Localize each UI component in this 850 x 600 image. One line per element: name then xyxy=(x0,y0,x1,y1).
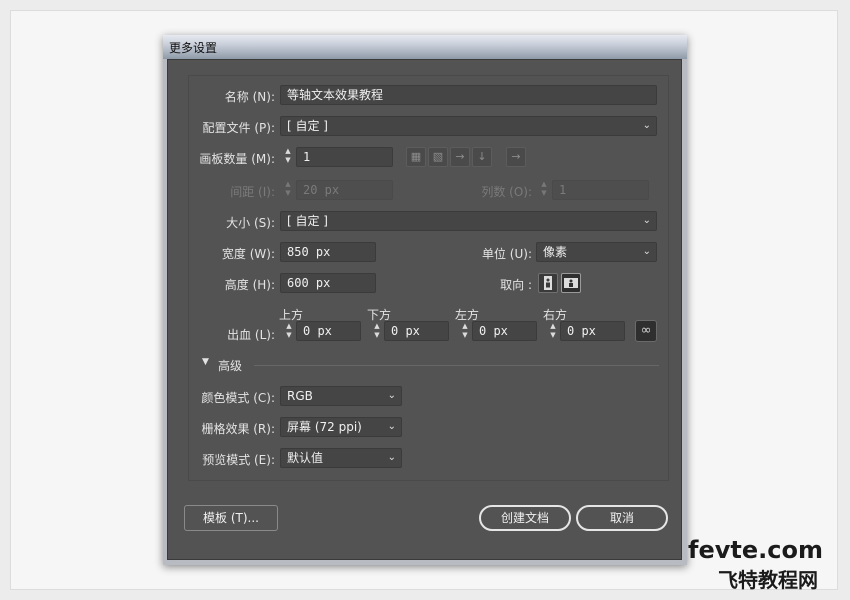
bleed-bottom-stepper-icon[interactable]: ▲ ▼ xyxy=(371,322,383,342)
raster-effects-select[interactable]: 屏幕 (72 ppi) ⌄ xyxy=(280,417,402,437)
chevron-down-icon: ⌄ xyxy=(642,215,651,226)
templates-button[interactable]: 模板 (T)... xyxy=(184,505,278,531)
artboards-input[interactable]: 1 xyxy=(296,147,393,167)
chevron-down-icon: ⌄ xyxy=(642,246,651,257)
landscape-orientation-button[interactable] xyxy=(561,273,581,293)
size-select[interactable]: [ 自定 ] ⌄ xyxy=(280,211,657,231)
artboards-stepper-icon[interactable]: ▲ ▼ xyxy=(282,147,294,167)
arrange-by-row-icon[interactable]: → xyxy=(450,147,470,167)
chevron-down-icon: ⌄ xyxy=(387,421,396,432)
name-input[interactable]: 等轴文本效果教程 xyxy=(280,85,657,105)
preview-mode-value: 默认值 xyxy=(287,451,324,465)
bleed-label: 出血 (L): xyxy=(227,328,275,342)
bleed-top-input[interactable]: 0 px xyxy=(296,321,361,341)
units-label: 单位 (U): xyxy=(481,247,532,261)
bleed-right-input[interactable]: 0 px xyxy=(560,321,625,341)
portrait-icon xyxy=(544,276,552,290)
grid-by-row-icon[interactable]: ▦ xyxy=(406,147,426,167)
width-input[interactable]: 850 px xyxy=(280,242,376,262)
width-label: 宽度 (W): xyxy=(221,247,275,261)
preview-mode-label: 预览模式 (E): xyxy=(202,453,275,467)
name-label: 名称 (N): xyxy=(224,90,275,104)
watermark-site-name: 飞特教程网 xyxy=(718,568,818,592)
units-select[interactable]: 像素 ⌄ xyxy=(536,242,657,262)
section-divider xyxy=(254,365,659,366)
color-mode-select[interactable]: RGB ⌄ xyxy=(280,386,402,406)
bleed-bottom-input[interactable]: 0 px xyxy=(384,321,449,341)
preview-mode-select[interactable]: 默认值 ⌄ xyxy=(280,448,402,468)
bleed-top-stepper-icon[interactable]: ▲ ▼ xyxy=(283,322,295,342)
cancel-button[interactable]: 取消 xyxy=(576,505,668,531)
chain-link-icon[interactable]: ∞ xyxy=(635,320,657,342)
orientation-label: 取向 : xyxy=(500,278,532,292)
chevron-down-icon: ⌄ xyxy=(387,390,396,401)
spacing-input: 20 px xyxy=(296,180,393,200)
profile-label: 配置文件 (P): xyxy=(202,121,275,135)
height-label: 高度 (H): xyxy=(224,278,275,292)
profile-select[interactable]: [ 自定 ] ⌄ xyxy=(280,116,657,136)
disclosure-triangle-icon[interactable]: ▼ xyxy=(202,357,209,367)
advanced-section-label[interactable]: 高级 xyxy=(218,357,242,374)
bleed-left-input[interactable]: 0 px xyxy=(472,321,537,341)
profile-value: [ 自定 ] xyxy=(287,119,328,133)
create-document-button[interactable]: 创建文档 xyxy=(479,505,571,531)
artboards-label: 画板数量 (M): xyxy=(199,152,275,166)
color-mode-label: 颜色模式 (C): xyxy=(201,391,275,405)
color-mode-value: RGB xyxy=(287,389,313,403)
dialog-title: 更多设置 xyxy=(169,41,218,55)
new-document-dialog: 更多设置 名称 (N): 等轴文本效果教程 配置文件 (P): [ 自定 ] ⌄… xyxy=(163,35,687,565)
raster-effects-label: 栅格效果 (R): xyxy=(201,422,275,436)
height-input[interactable]: 600 px xyxy=(280,273,376,293)
size-label: 大小 (S): xyxy=(226,216,275,230)
columns-label: 列数 (O): xyxy=(481,185,532,199)
size-value: [ 自定 ] xyxy=(287,214,328,228)
arrange-by-column-icon[interactable]: ↓ xyxy=(472,147,492,167)
landscape-icon xyxy=(564,278,578,288)
columns-stepper-icon: ▲ ▼ xyxy=(541,180,547,197)
grid-by-column-icon[interactable]: ▧ xyxy=(428,147,448,167)
dialog-titlebar[interactable]: 更多设置 xyxy=(163,35,687,59)
raster-effects-value: 屏幕 (72 ppi) xyxy=(287,420,362,434)
bleed-right-stepper-icon[interactable]: ▲ ▼ xyxy=(547,322,559,342)
portrait-orientation-button[interactable] xyxy=(538,273,558,293)
spacing-label: 间距 (I): xyxy=(230,185,275,199)
watermark-domain: fevte.com xyxy=(688,536,823,564)
right-to-left-layout-icon[interactable]: → xyxy=(506,147,526,167)
units-value: 像素 xyxy=(543,245,568,259)
chevron-down-icon: ⌄ xyxy=(642,120,651,131)
spacing-stepper-icon: ▲ ▼ xyxy=(285,180,291,197)
bleed-left-stepper-icon[interactable]: ▲ ▼ xyxy=(459,322,471,342)
columns-input: 1 xyxy=(552,180,649,200)
chevron-down-icon: ⌄ xyxy=(387,452,396,463)
dialog-body: 名称 (N): 等轴文本效果教程 配置文件 (P): [ 自定 ] ⌄ 画板数量… xyxy=(167,59,682,560)
